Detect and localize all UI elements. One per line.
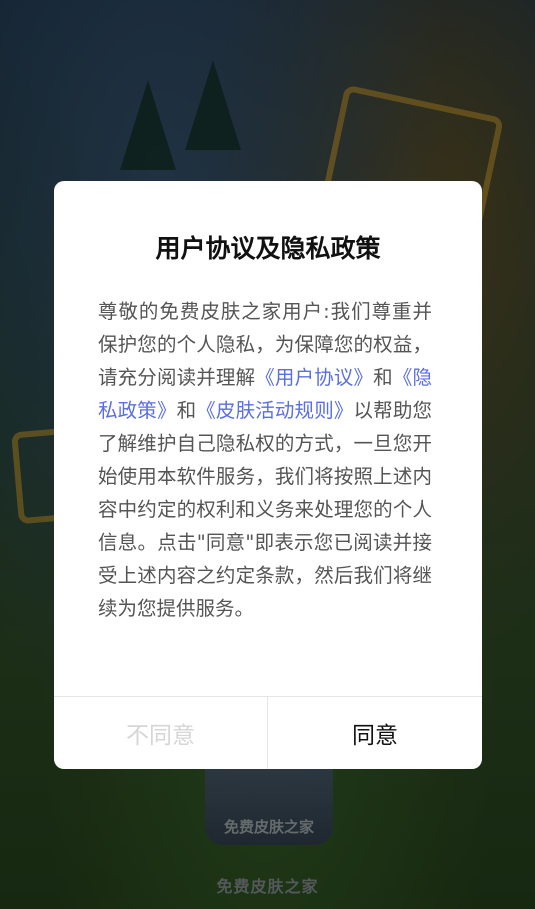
- dialog-title: 用户协议及隐私政策: [155, 234, 381, 263]
- body-text: 以帮助您了解维护自己隐私权的方式，一旦您开始使用本软件服务，我们将按照上述内容中…: [98, 399, 432, 620]
- body-text: 和: [373, 366, 393, 389]
- skin-activity-rules-link[interactable]: 《皮肤活动规则》: [196, 399, 353, 422]
- agree-button[interactable]: 同意: [268, 697, 482, 769]
- privacy-dialog: 用户协议及隐私政策 尊敬的免费皮肤之家用户:我们尊重并保护您的个人隐私，为保障您…: [54, 181, 482, 769]
- user-agreement-link[interactable]: 《用户协议》: [255, 366, 373, 389]
- dialog-body: 尊敬的免费皮肤之家用户:我们尊重并保护您的个人隐私，为保障您的权益，请充分阅读并…: [98, 295, 432, 625]
- disagree-button[interactable]: 不同意: [54, 697, 267, 769]
- body-text: 和: [176, 399, 197, 422]
